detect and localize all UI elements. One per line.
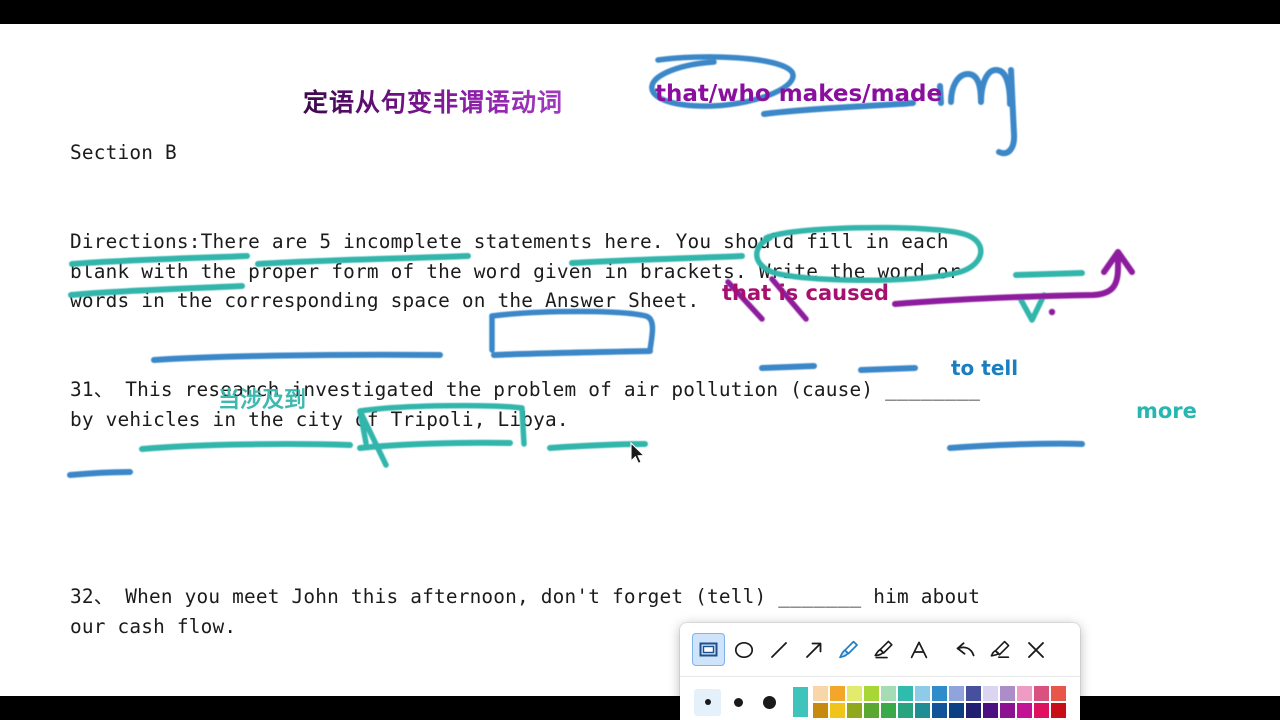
highlighter-icon	[874, 640, 893, 659]
color-swatch[interactable]	[932, 686, 947, 701]
undo-arrow-icon	[956, 642, 975, 657]
annotation-more: more	[1136, 399, 1197, 423]
highlighter-tool[interactable]	[867, 633, 900, 666]
text-a-icon	[910, 641, 927, 658]
color-swatch[interactable]	[932, 703, 947, 718]
color-palette[interactable]	[813, 686, 1066, 718]
line-tool[interactable]	[762, 633, 795, 666]
color-swatch[interactable]	[1034, 686, 1049, 701]
toolbar-tool-row	[680, 623, 1080, 677]
close-x-icon	[1027, 641, 1044, 658]
color-swatch[interactable]	[949, 686, 964, 701]
brush-size-dot-icon	[704, 699, 711, 705]
toolbar-separator	[937, 633, 949, 666]
color-swatch[interactable]	[1051, 686, 1066, 701]
circle-icon	[734, 641, 753, 658]
close-button[interactable]	[1019, 633, 1052, 666]
annotation-that-is-caused: that is caused	[722, 281, 889, 305]
current-color-swatch[interactable]	[793, 687, 808, 717]
document-page: Section B Directions:There are 5 incompl…	[0, 24, 1280, 720]
text-tool[interactable]	[902, 633, 935, 666]
color-swatch[interactable]	[847, 703, 862, 718]
annotation-that-who-makes-made: that/who makes/made	[655, 81, 943, 107]
color-swatch[interactable]	[1000, 703, 1015, 718]
color-swatch[interactable]	[1017, 703, 1032, 718]
doc-heading-section-b: Section B	[70, 141, 177, 165]
brush-icon	[839, 640, 858, 659]
mouse-cursor	[630, 442, 646, 465]
eraser-icon	[990, 640, 1010, 658]
annotation-toolbar[interactable]	[680, 623, 1080, 720]
brush-size-dot-icon	[734, 697, 743, 707]
rectangle-icon	[699, 642, 718, 657]
color-swatch[interactable]	[949, 703, 964, 718]
doc-directions: Directions:There are 5 incomplete statem…	[70, 229, 961, 313]
brush-size-dot-icon	[763, 695, 776, 709]
color-swatch[interactable]	[983, 703, 998, 718]
ellipse-tool[interactable]	[727, 633, 760, 666]
brush-size-group	[694, 688, 787, 716]
screen: Section B Directions:There are 5 incompl…	[0, 0, 1280, 720]
color-swatch[interactable]	[830, 703, 845, 718]
color-swatch[interactable]	[881, 686, 896, 701]
color-swatch[interactable]	[830, 686, 845, 701]
brush-tool[interactable]	[832, 633, 865, 666]
color-swatch[interactable]	[1034, 703, 1049, 718]
color-swatch[interactable]	[847, 686, 862, 701]
doc-gap	[70, 493, 1215, 523]
color-swatch[interactable]	[983, 686, 998, 701]
color-swatch[interactable]	[915, 703, 930, 718]
color-swatch[interactable]	[1000, 686, 1015, 701]
color-swatch[interactable]	[915, 686, 930, 701]
color-swatch[interactable]	[864, 686, 879, 701]
brush-size-large[interactable]	[756, 689, 783, 716]
arrow-icon	[805, 642, 821, 658]
color-swatch[interactable]	[1017, 686, 1032, 701]
eraser-tool[interactable]	[984, 633, 1017, 666]
undo-button[interactable]	[949, 633, 982, 666]
color-swatch[interactable]	[813, 703, 828, 718]
color-swatch[interactable]	[813, 686, 828, 701]
brush-size-medium[interactable]	[725, 689, 752, 716]
annotation-chinese-when-it-comes-to: 当涉及到	[218, 388, 307, 413]
arrow-tool[interactable]	[797, 633, 830, 666]
color-swatch[interactable]	[966, 703, 981, 718]
annotation-to-tell: to tell	[951, 356, 1019, 380]
toolbar-palette-row	[680, 677, 1080, 720]
line-icon	[770, 641, 787, 658]
color-swatch[interactable]	[1051, 703, 1066, 718]
color-swatch[interactable]	[898, 703, 913, 718]
annotation-title-chinese: 定语从句变非谓语动词	[303, 83, 563, 119]
color-swatch[interactable]	[898, 686, 913, 701]
rectangle-tool[interactable]	[692, 633, 725, 666]
color-swatch[interactable]	[966, 686, 981, 701]
color-swatch[interactable]	[881, 703, 896, 718]
brush-size-small[interactable]	[694, 688, 721, 716]
color-swatch[interactable]	[864, 703, 879, 718]
